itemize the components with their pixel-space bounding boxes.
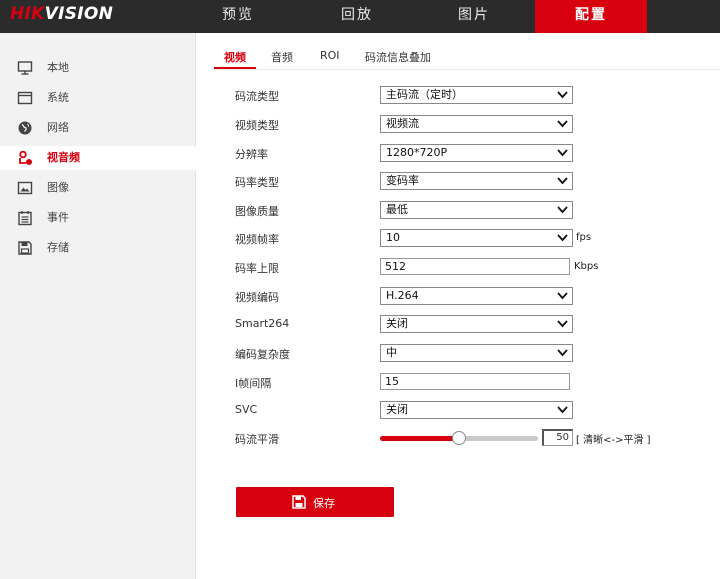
tab-stream-info-overlay[interactable]: 码流信息叠加 xyxy=(365,49,431,69)
sidebar-item-storage[interactable]: 存储 xyxy=(0,236,196,260)
sidebar-item-network[interactable]: 网络 xyxy=(0,116,196,140)
sidebar-item-video-audio[interactable]: 视音频 xyxy=(0,146,196,170)
image-quality-select[interactable]: 最低 xyxy=(380,201,573,219)
camera-mic-icon xyxy=(19,150,32,165)
i-frame-interval-label: I帧间隔 xyxy=(235,377,272,390)
frame-rate-select[interactable]: 10 xyxy=(380,229,573,247)
stream-smoothing-label: 码流平滑 xyxy=(235,433,279,446)
tab-video[interactable]: 视频 xyxy=(214,49,256,69)
video-encoding-label: 视频编码 xyxy=(235,291,279,304)
save-button-label: 保存 xyxy=(313,497,335,510)
calendar-icon xyxy=(18,211,32,226)
top-navigation-bar: HIKVISION 预览 回放 图片 配置 xyxy=(0,0,720,33)
sidebar-item-label: 事件 xyxy=(47,211,69,224)
stream-smoothing-slider-fill[interactable] xyxy=(380,436,459,441)
hikvision-logo: HIKVISION xyxy=(10,4,114,24)
sidebar-item-label: 视音频 xyxy=(47,151,80,164)
tab-roi[interactable]: ROI xyxy=(320,49,340,69)
save-button[interactable]: 保存 xyxy=(236,487,394,517)
smart264-select[interactable]: 关闭 xyxy=(380,315,573,333)
sidebar-item-image[interactable]: 图像 xyxy=(0,176,196,200)
max-bitrate-label: 码率上限 xyxy=(235,262,279,275)
sidebar: 本地 系统 网络 视音频 图像 事件 存储 xyxy=(0,33,196,579)
globe-icon xyxy=(18,121,32,135)
bitrate-type-select[interactable]: 变码率 xyxy=(380,172,573,190)
chevron-down-icon xyxy=(557,320,568,328)
bitrate-type-label: 码率类型 xyxy=(235,176,279,189)
resolution-select[interactable]: 1280*720P xyxy=(380,144,573,162)
stream-smoothing-hint: [ 清晰<->平滑 ] xyxy=(576,435,651,446)
sidebar-item-label: 本地 xyxy=(47,61,69,74)
video-type-label: 视频类型 xyxy=(235,119,279,132)
stream-smoothing-slider-handle[interactable] xyxy=(452,431,466,445)
i-frame-interval-input[interactable]: 15 xyxy=(380,373,570,390)
floppy-disk-icon xyxy=(18,241,32,255)
chevron-down-icon xyxy=(557,120,568,128)
encoding-complexity-label: 编码复杂度 xyxy=(235,348,290,361)
nav-tab-playback[interactable]: 回放 xyxy=(302,0,412,33)
chevron-down-icon xyxy=(557,349,568,357)
smart264-label: Smart264 xyxy=(235,317,290,330)
stream-smoothing-slider-track[interactable] xyxy=(459,436,538,441)
frame-rate-unit: fps xyxy=(576,232,592,243)
resolution-label: 分辨率 xyxy=(235,148,268,161)
stream-smoothing-value-input[interactable]: 50 xyxy=(542,429,573,446)
sidebar-item-label: 网络 xyxy=(47,121,69,134)
sidebar-item-label: 图像 xyxy=(47,181,69,194)
chevron-down-icon xyxy=(557,91,568,99)
svc-label: SVC xyxy=(235,403,258,416)
nav-tab-preview[interactable]: 预览 xyxy=(183,0,293,33)
stream-type-select[interactable]: 主码流（定时） xyxy=(380,86,573,104)
chevron-down-icon xyxy=(557,177,568,185)
encoding-complexity-select[interactable]: 中 xyxy=(380,344,573,362)
max-bitrate-unit: Kbps xyxy=(574,261,599,272)
image-icon xyxy=(17,181,33,195)
chevron-down-icon xyxy=(557,292,568,300)
chevron-down-icon xyxy=(557,406,568,414)
sidebar-item-label: 存储 xyxy=(47,241,69,254)
sidebar-item-event[interactable]: 事件 xyxy=(0,206,196,230)
chevron-down-icon xyxy=(557,206,568,214)
video-encoding-select[interactable]: H.264 xyxy=(380,287,573,305)
nav-tab-configuration[interactable]: 配置 xyxy=(535,0,647,33)
nav-tab-picture[interactable]: 图片 xyxy=(419,0,529,33)
monitor-icon xyxy=(17,61,33,75)
svc-select[interactable]: 关闭 xyxy=(380,401,573,419)
max-bitrate-input[interactable]: 512 xyxy=(380,258,570,275)
sidebar-item-label: 系统 xyxy=(47,91,69,104)
window-icon xyxy=(17,91,33,105)
sidebar-item-local[interactable]: 本地 xyxy=(0,56,196,80)
stream-type-label: 码流类型 xyxy=(235,90,279,103)
video-type-select[interactable]: 视频流 xyxy=(380,115,573,133)
sidebar-item-system[interactable]: 系统 xyxy=(0,86,196,110)
sub-tabs: 视频 音频 ROI 码流信息叠加 xyxy=(212,33,720,70)
chevron-down-icon xyxy=(557,234,568,242)
image-quality-label: 图像质量 xyxy=(235,205,279,218)
floppy-disk-icon xyxy=(292,495,306,509)
chevron-down-icon xyxy=(557,149,568,157)
tab-audio[interactable]: 音频 xyxy=(271,49,293,69)
frame-rate-label: 视频帧率 xyxy=(235,233,279,246)
